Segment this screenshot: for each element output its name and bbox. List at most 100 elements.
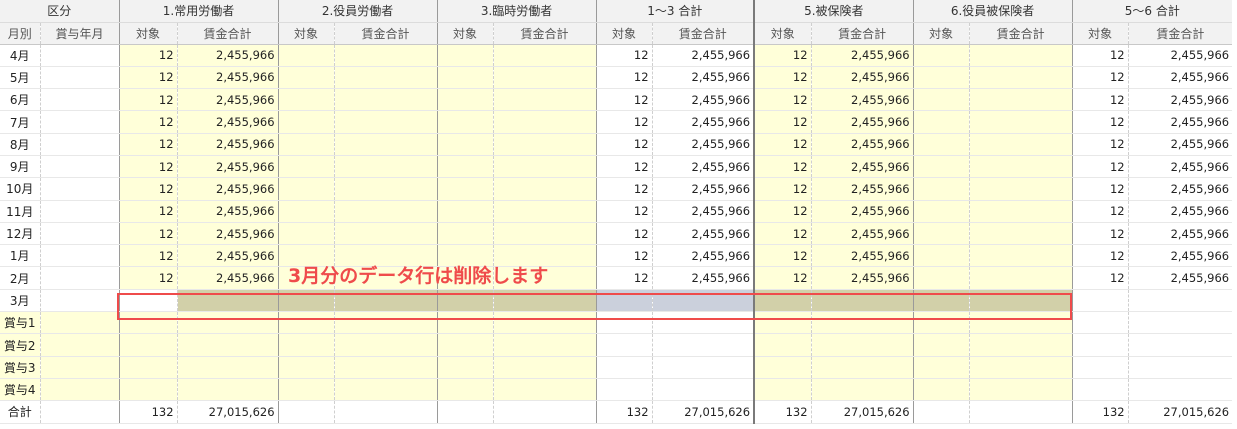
regular-count-cell[interactable]: 12 [118, 110, 178, 134]
regular-wage-cell[interactable]: 2,455,966 [176, 88, 279, 112]
officer-wage-cell[interactable] [333, 311, 438, 335]
bonus-month-cell[interactable] [39, 66, 120, 90]
insured-count-cell[interactable]: 12 [753, 88, 812, 112]
regular-count-cell[interactable]: 12 [118, 66, 178, 90]
officer-wage-cell[interactable] [333, 133, 438, 156]
officer-wage-cell[interactable] [333, 155, 438, 179]
officer-insured-count-cell[interactable] [912, 44, 970, 67]
officer-wage-cell[interactable] [333, 44, 438, 67]
insured-count-cell[interactable]: 12 [753, 110, 812, 134]
officer-insured-count-cell[interactable] [912, 266, 970, 290]
insured-count-cell[interactable] [753, 333, 812, 357]
insured-count-cell[interactable] [753, 356, 812, 379]
officer-insured-count-cell[interactable] [912, 155, 970, 179]
officer-insured-count-cell[interactable] [912, 311, 970, 335]
regular-count-cell[interactable] [118, 356, 178, 379]
insured-wage-cell[interactable]: 2,455,966 [810, 66, 914, 90]
temporary-count-cell[interactable] [436, 289, 494, 313]
officer-wage-cell[interactable] [333, 378, 438, 402]
officer-wage-cell[interactable] [333, 177, 438, 201]
officer-count-cell[interactable] [277, 133, 335, 156]
regular-wage-cell[interactable]: 2,455,966 [176, 244, 279, 268]
bonus-month-cell[interactable] [39, 133, 120, 156]
regular-wage-cell[interactable] [176, 333, 279, 357]
bonus-month-cell[interactable] [39, 88, 120, 112]
officer-insured-wage-cell[interactable] [968, 177, 1073, 201]
regular-wage-cell[interactable] [176, 356, 279, 379]
table-row-march-selected[interactable]: 3月 [0, 289, 1233, 313]
insured-count-cell[interactable]: 12 [753, 266, 812, 290]
regular-wage-cell[interactable]: 2,455,966 [176, 44, 279, 67]
temporary-wage-cell[interactable] [492, 378, 597, 402]
bonus-month-cell[interactable] [39, 44, 120, 67]
insured-wage-cell[interactable]: 2,455,966 [810, 155, 914, 179]
insured-wage-cell[interactable]: 2,455,966 [810, 44, 914, 67]
temporary-count-cell[interactable] [436, 110, 494, 134]
officer-insured-count-cell[interactable] [912, 244, 970, 268]
regular-count-cell[interactable]: 12 [118, 44, 178, 67]
officer-insured-wage-cell[interactable] [968, 44, 1073, 67]
insured-count-cell[interactable]: 12 [753, 133, 812, 156]
bonus-month-cell[interactable] [39, 289, 120, 313]
temporary-count-cell[interactable] [436, 88, 494, 112]
bonus-month-cell[interactable] [39, 177, 120, 201]
temporary-count-cell[interactable] [436, 378, 494, 402]
regular-count-cell[interactable]: 12 [118, 222, 178, 246]
regular-count-cell[interactable]: 12 [118, 155, 178, 179]
bonus-month-cell[interactable] [39, 378, 120, 402]
temporary-count-cell[interactable] [436, 200, 494, 223]
officer-insured-count-cell[interactable] [912, 66, 970, 90]
insured-wage-cell[interactable] [810, 289, 914, 313]
insured-count-cell[interactable]: 12 [753, 177, 812, 201]
insured-count-cell[interactable]: 12 [753, 222, 812, 246]
officer-insured-wage-cell[interactable] [968, 244, 1073, 268]
insured-count-cell[interactable] [753, 311, 812, 335]
officer-wage-cell[interactable] [333, 222, 438, 246]
temporary-count-cell[interactable] [436, 311, 494, 335]
officer-insured-wage-cell[interactable] [968, 289, 1073, 313]
officer-insured-count-cell[interactable] [912, 177, 970, 201]
officer-insured-count-cell[interactable] [912, 88, 970, 112]
regular-wage-cell[interactable] [176, 378, 279, 402]
officer-wage-cell[interactable] [333, 110, 438, 134]
insured-wage-cell[interactable]: 2,455,966 [810, 266, 914, 290]
officer-count-cell[interactable] [277, 44, 335, 67]
insured-wage-cell[interactable]: 2,455,966 [810, 133, 914, 156]
officer-wage-cell[interactable] [333, 200, 438, 223]
officer-insured-count-cell[interactable] [912, 222, 970, 246]
bonus-month-cell[interactable] [39, 333, 120, 357]
insured-count-cell[interactable]: 12 [753, 200, 812, 223]
temporary-count-cell[interactable] [436, 155, 494, 179]
officer-insured-count-cell[interactable] [912, 333, 970, 357]
insured-count-cell[interactable]: 12 [753, 155, 812, 179]
temporary-wage-cell[interactable] [492, 222, 597, 246]
insured-wage-cell[interactable]: 2,455,966 [810, 88, 914, 112]
regular-wage-cell[interactable] [176, 311, 279, 335]
officer-wage-cell[interactable] [333, 88, 438, 112]
regular-count-cell[interactable]: 12 [118, 88, 178, 112]
officer-wage-cell[interactable] [333, 66, 438, 90]
officer-wage-cell[interactable] [333, 333, 438, 357]
temporary-wage-cell[interactable] [492, 133, 597, 156]
officer-count-cell[interactable] [277, 289, 335, 313]
regular-count-cell[interactable] [118, 311, 178, 335]
temporary-wage-cell[interactable] [492, 356, 597, 379]
temporary-wage-cell[interactable] [492, 155, 597, 179]
temporary-count-cell[interactable] [436, 356, 494, 379]
regular-wage-cell[interactable]: 2,455,966 [176, 222, 279, 246]
insured-count-cell[interactable]: 12 [753, 244, 812, 268]
regular-wage-cell[interactable]: 2,455,966 [176, 266, 279, 290]
regular-wage-cell[interactable] [176, 289, 279, 313]
insured-wage-cell[interactable] [810, 378, 914, 402]
officer-insured-wage-cell[interactable] [968, 110, 1073, 134]
officer-insured-wage-cell[interactable] [968, 356, 1073, 379]
officer-insured-count-cell[interactable] [912, 356, 970, 379]
officer-count-cell[interactable] [277, 356, 335, 379]
bonus-month-cell[interactable] [39, 266, 120, 290]
bonus-month-cell[interactable] [39, 200, 120, 223]
officer-wage-cell[interactable] [333, 356, 438, 379]
regular-wage-cell[interactable]: 2,455,966 [176, 66, 279, 90]
temporary-wage-cell[interactable] [492, 110, 597, 134]
temporary-count-cell[interactable] [436, 133, 494, 156]
regular-count-cell[interactable]: 12 [118, 200, 178, 223]
